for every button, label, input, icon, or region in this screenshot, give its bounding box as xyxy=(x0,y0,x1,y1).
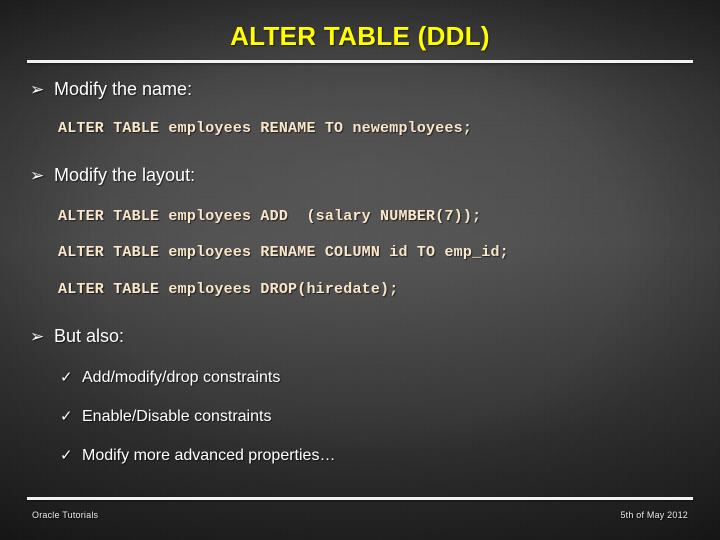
footer-date-label: 5th of May 2012 xyxy=(620,510,688,520)
sub-bullet-label: Add/modify/drop constraints xyxy=(82,369,281,386)
bullet-modify-the-layout: ➢ Modify the layout: xyxy=(30,164,195,187)
code-line-rename-column: ALTER TABLE employees RENAME COLUMN id T… xyxy=(58,244,509,261)
slide-content-layer: ALTER TABLE (DDL) ➢ Modify the name: ALT… xyxy=(0,0,720,540)
arrow-bullet-icon: ➢ xyxy=(30,80,45,99)
bullet-label: Modify the name: xyxy=(54,79,193,99)
check-icon: ✓ xyxy=(60,408,73,425)
sub-bullet-label: Modify more advanced properties… xyxy=(82,447,336,464)
page-title: ALTER TABLE (DDL) xyxy=(230,21,490,51)
sub-bullet-add-modify-drop-constraints: ✓ Add/modify/drop constraints xyxy=(60,368,280,388)
code-line-rename-table: ALTER TABLE employees RENAME TO newemplo… xyxy=(58,120,473,137)
arrow-bullet-icon: ➢ xyxy=(30,327,45,346)
slide-canvas: ALTER TABLE (DDL) ➢ Modify the name: ALT… xyxy=(0,0,720,540)
bullet-label: But also: xyxy=(54,326,125,346)
footer-divider xyxy=(27,497,693,500)
sub-bullet-enable-disable-constraints: ✓ Enable/Disable constraints xyxy=(60,407,271,427)
bullet-label: Modify the layout: xyxy=(54,165,196,185)
title-divider xyxy=(27,60,693,63)
bullet-but-also: ➢ But also: xyxy=(30,325,124,348)
arrow-bullet-icon: ➢ xyxy=(30,166,45,185)
code-line-drop-column: ALTER TABLE employees DROP(hiredate); xyxy=(58,281,399,298)
sub-bullet-modify-advanced-properties: ✓ Modify more advanced properties… xyxy=(60,446,335,466)
sub-bullet-label: Enable/Disable constraints xyxy=(82,408,272,425)
check-icon: ✓ xyxy=(60,447,73,464)
footer-source-label: Oracle Tutorials xyxy=(32,510,99,520)
bullet-modify-the-name: ➢ Modify the name: xyxy=(30,78,192,101)
code-line-add-column: ALTER TABLE employees ADD (salary NUMBER… xyxy=(58,208,482,225)
check-icon: ✓ xyxy=(60,369,73,386)
